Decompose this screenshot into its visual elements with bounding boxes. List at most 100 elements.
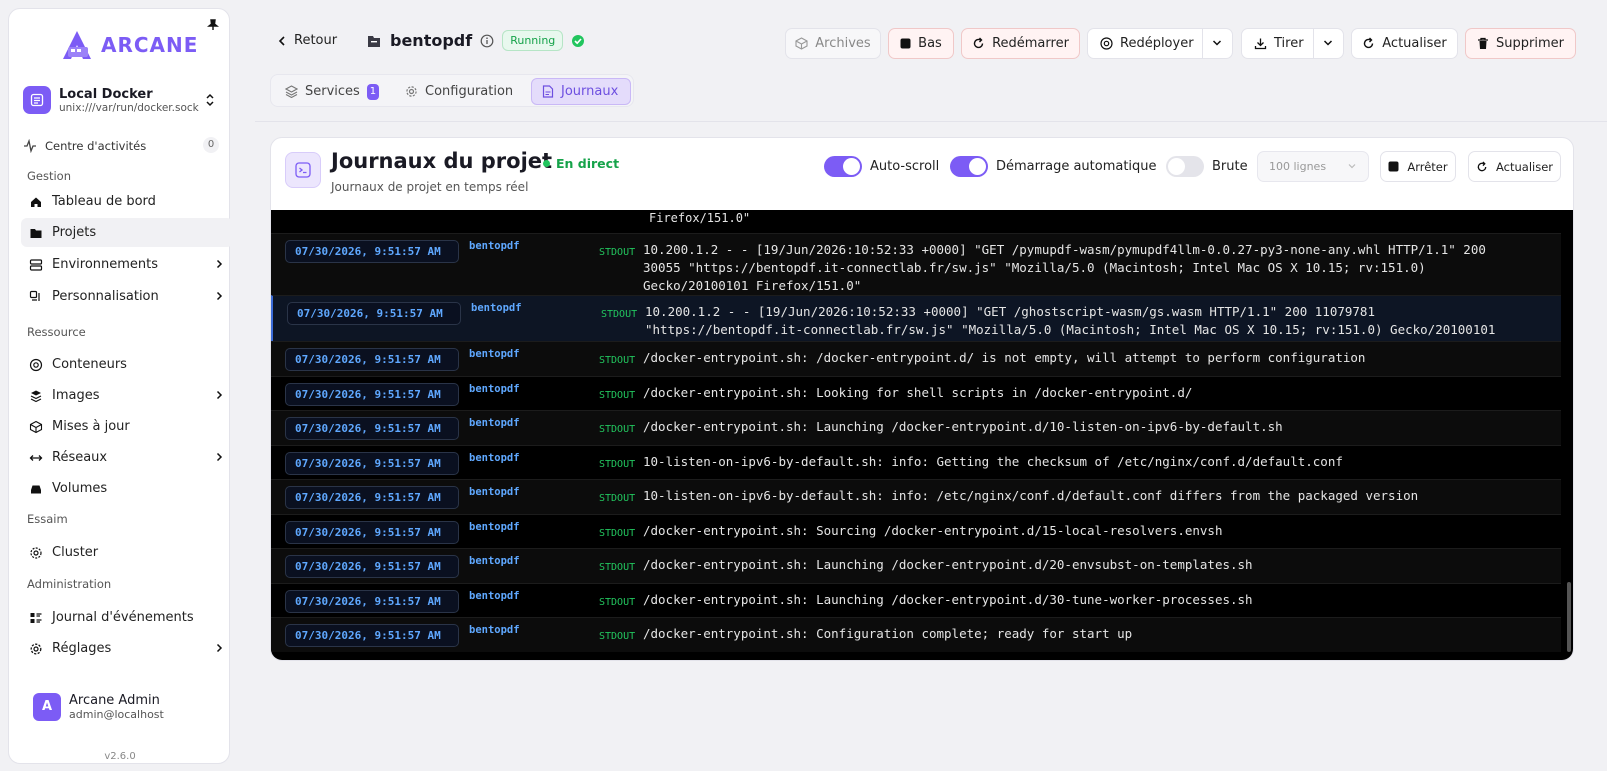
log-viewer[interactable]: Firefox/151.0" 07/30/2026, 9:51:57 AM ben…: [271, 210, 1573, 660]
log-message: /docker-entrypoint.sh: /docker-entrypoin…: [643, 350, 1366, 365]
back-button[interactable]: Retour: [278, 33, 337, 48]
log-service: bentopdf: [469, 520, 520, 533]
sidebar-item-personnalisation[interactable]: Personnalisation: [21, 282, 233, 311]
arcane-logo-icon: [63, 31, 91, 59]
log-service: bentopdf: [469, 624, 520, 636]
refresh-button[interactable]: Actualiser: [1351, 28, 1458, 59]
log-timestamp: 07/30/2026, 9:51:57 AM: [285, 555, 459, 578]
refresh-logs-label: Actualiser: [1495, 159, 1554, 174]
log-timestamp: 07/30/2026, 9:51:57 AM: [285, 589, 459, 613]
autostart-toggle[interactable]: [950, 155, 988, 177]
log-timestamp: 07/30/2026, 9:51:57 AM: [285, 451, 459, 475]
tab-logs[interactable]: Journaux: [531, 78, 631, 105]
archives-button[interactable]: Archives: [785, 28, 881, 59]
log-service: bentopdf: [469, 486, 520, 498]
sidebar-item-cluster[interactable]: Cluster: [21, 538, 233, 567]
restart-button[interactable]: Redémarrer: [961, 28, 1080, 59]
live-indicator: En direct: [543, 156, 619, 171]
log-timestamp: 07/30/2026, 9:51:57 AM: [285, 240, 459, 263]
log-entry[interactable]: 07/30/2026, 9:51:57 AM bentopdf STDOUT 10.2…: [271, 233, 1561, 295]
log-service: bentopdf: [469, 417, 520, 429]
environment-switcher[interactable]: Local Docker unix:///var/run/docker.sock: [21, 79, 219, 121]
chevron-down-icon[interactable]: [1212, 39, 1222, 47]
sidebar-item-environnements[interactable]: Environnements: [21, 250, 233, 279]
pin-icon[interactable]: [207, 19, 219, 31]
raw-toggle[interactable]: [1166, 155, 1204, 177]
chevron-down-icon[interactable]: [1323, 39, 1333, 47]
folder-icon: [29, 226, 43, 240]
delete-button[interactable]: Supprimer: [1465, 28, 1576, 59]
log-service: bentopdf: [469, 382, 520, 395]
log-scrollbar[interactable]: [1567, 582, 1571, 652]
restart-icon: [972, 37, 985, 50]
user-menu[interactable]: A Arcane Admin admin@localhost: [33, 693, 164, 721]
app-logo-text: ARCANE: [101, 33, 199, 57]
sidebar-item-projets[interactable]: Projets: [21, 218, 233, 247]
log-service: bentopdf: [469, 240, 520, 252]
log-message: 10.200.1.2 - - [19/Jun/2026:10:52:33 +00…: [643, 242, 1494, 293]
refresh-logs-button[interactable]: Actualiser: [1468, 151, 1561, 182]
redeploy-button[interactable]: Redéployer: [1087, 28, 1233, 59]
sidebar-item-reglages[interactable]: Réglages: [21, 634, 233, 663]
log-entry[interactable]: 07/30/2026, 9:51:57 AM bentopdf STDOUT/doc…: [271, 582, 1561, 618]
check-circle-icon: [571, 34, 585, 48]
info-icon[interactable]: [480, 34, 494, 48]
pull-button[interactable]: Tirer: [1241, 28, 1344, 59]
log-entry[interactable]: 07/30/2026, 9:51:57 AM bentopdf STDOUT/doc…: [271, 375, 1561, 411]
sidebar-item-reseaux[interactable]: Réseaux: [21, 443, 233, 472]
sidebar-item-tableau-de-bord[interactable]: Tableau de bord: [21, 187, 233, 216]
app-logo[interactable]: ARCANE: [59, 29, 198, 61]
sidebar-item-label: Images: [52, 388, 100, 403]
raw-label: Brute: [1212, 158, 1248, 174]
log-stream: STDOUT: [599, 631, 636, 642]
log-message: /docker-entrypoint.sh: Sourcing /docker-…: [643, 522, 1223, 538]
autoscroll-control: Auto-scroll: [824, 152, 939, 180]
log-stream: STDOUT: [601, 309, 638, 320]
sidebar-item-label: Mises à jour: [52, 419, 130, 434]
autostart-label: Démarrage automatique: [996, 158, 1157, 174]
delete-label: Supprimer: [1496, 36, 1564, 51]
sidebar-item-label: Conteneurs: [52, 357, 127, 372]
down-button[interactable]: Bas: [888, 28, 954, 59]
sidebar-item-journal-d-evenements[interactable]: Journal d'événements: [21, 603, 233, 632]
refresh-label: Actualiser: [1382, 36, 1447, 51]
user-email: admin@localhost: [69, 708, 164, 721]
server-icon: [23, 86, 51, 114]
autoscroll-toggle[interactable]: [824, 155, 862, 177]
services-count-badge: 1: [366, 83, 379, 100]
log-entry[interactable]: 07/30/2026, 9:51:57 AM bentopdf STDOUT/doc…: [271, 341, 1561, 376]
log-service: bentopdf: [469, 589, 520, 602]
sidebar-section-title: Ressource: [27, 325, 86, 339]
stop-icon: [900, 38, 911, 49]
trash-icon: [1477, 37, 1489, 50]
log-stream: STDOUT: [599, 527, 636, 539]
chevron-right-icon: [216, 291, 223, 301]
project-name: bentopdf: [390, 31, 473, 50]
lines-select[interactable]: 100 lignes: [1257, 151, 1369, 182]
sidebar-item-mises-a-jour[interactable]: Mises à jour: [21, 412, 233, 441]
avatar: A: [33, 693, 61, 721]
app-version: v2.6.0: [104, 751, 136, 762]
log-entry[interactable]: 07/30/2026, 9:51:57 AM bentopdf STDOUT/doc…: [271, 410, 1561, 445]
sidebar: ARCANE Local Docker unix:///var/run/dock…: [8, 8, 233, 764]
home-icon: [29, 195, 43, 209]
log-stream: STDOUT: [599, 424, 636, 435]
sidebar-item-volumes[interactable]: Volumes: [21, 474, 233, 503]
log-entry[interactable]: 07/30/2026, 9:51:57 AM bentopdf STDOUT 10.2…: [271, 295, 1561, 355]
tab-configuration[interactable]: Configuration: [395, 78, 520, 105]
sidebar-item-label: Réglages: [52, 641, 112, 656]
sidebar-item-conteneurs[interactable]: Conteneurs: [21, 350, 233, 379]
settings-icon: [29, 642, 43, 656]
log-entry[interactable]: 07/30/2026, 9:51:57 AM bentopdf STDOUT/doc…: [271, 513, 1561, 549]
chevron-left-icon: [278, 35, 286, 47]
down-label: Bas: [918, 36, 942, 51]
volume-icon: [29, 482, 43, 496]
log-entry[interactable]: 07/30/2026, 9:51:57 AM bentopdf STDOUT 10-l…: [271, 479, 1561, 514]
log-entry[interactable]: 07/30/2026, 9:51:57 AM bentopdf STDOUT/doc…: [271, 617, 1561, 652]
activity-center[interactable]: Centre d'activités 0: [23, 135, 221, 157]
stop-logs-button[interactable]: Arrêter: [1380, 151, 1456, 182]
tab-services[interactable]: Services 1: [275, 78, 389, 105]
log-entry[interactable]: 07/30/2026, 9:51:57 AM bentopdf STDOUT/doc…: [271, 548, 1561, 583]
sidebar-item-images[interactable]: Images: [21, 381, 233, 410]
log-entry[interactable]: 07/30/2026, 9:51:57 AM bentopdf STDOUT 10-l…: [271, 444, 1561, 480]
